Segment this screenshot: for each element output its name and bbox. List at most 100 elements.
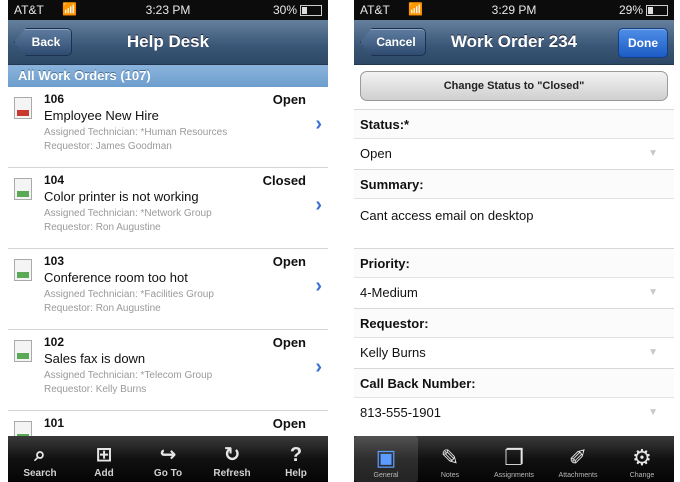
document-icon <box>14 97 32 119</box>
work-order-form: Change Status to "Closed" Status:* Open ▼… <box>354 65 674 436</box>
paperclip-icon: ✐ <box>568 445 588 470</box>
tab-label: Attachments <box>558 472 598 479</box>
requestor-select[interactable]: Kelly Burns ▼ <box>354 337 674 368</box>
tab-bar: ⌕ Search ⊞ Add ↪ Go To ↻ Refresh ? Help <box>8 436 328 482</box>
work-order-summary: Employee New Hire <box>44 108 159 123</box>
work-order-number: 104 <box>44 173 65 187</box>
assigned-technician: Assigned Technician: *Human Resources <box>44 127 228 138</box>
document-icon <box>14 178 32 200</box>
tab-label: Assignments <box>493 472 535 479</box>
document-icon <box>14 259 32 281</box>
chevron-right-icon[interactable]: › <box>315 356 322 379</box>
work-order-status: Open <box>272 254 306 269</box>
add-icon: ⊞ <box>95 444 113 466</box>
tab-label: Refresh <box>213 468 251 479</box>
status-bar: AT&T 📶 3:23 PM 30% <box>8 0 328 20</box>
summary-field[interactable]: Cant access email on desktop <box>354 198 674 248</box>
priority-label: Priority: <box>354 248 674 277</box>
chevron-down-icon: ▼ <box>648 148 658 159</box>
requestor-value: Kelly Burns <box>360 345 426 360</box>
tab-change[interactable]: ⚙ Change <box>610 436 674 482</box>
help-icon: ? <box>289 444 303 466</box>
done-button[interactable]: Done <box>618 28 668 58</box>
tab-label: Go To <box>153 468 183 479</box>
work-order-summary: Sales fax is down <box>44 351 146 366</box>
callback-field[interactable]: 813-555-1901 ▼ <box>354 397 674 428</box>
tab-assignments[interactable]: ❐ Assignments <box>482 436 546 482</box>
tab-label: Notes <box>440 472 460 479</box>
requestor-label: Requestor: <box>354 308 674 337</box>
callback-value: 813-555-1901 <box>360 405 441 420</box>
work-order-summary: Color printer is not working <box>44 189 199 204</box>
requestor: Requestor: Ron Augustine <box>44 222 161 233</box>
assigned-technician: Assigned Technician: *Telecom Group <box>44 370 213 381</box>
tab-add[interactable]: ⊞ Add <box>72 436 136 482</box>
tab-bar: ▣ General ✎ Notes ❐ Assignments ✐ Attach… <box>354 436 674 482</box>
status-select[interactable]: Open ▼ <box>354 138 674 169</box>
tab-go-to[interactable]: ↪ Go To <box>136 436 200 482</box>
assigned-technician: Assigned Technician: *Network Group <box>44 208 212 219</box>
navigation-bar: Cancel Work Order 234 Done <box>354 20 674 65</box>
tab-label: Help <box>285 468 307 479</box>
work-order-number: 103 <box>44 254 65 268</box>
help-desk-screen: AT&T 📶 3:23 PM 30% Back Help Desk All Wo… <box>8 0 328 482</box>
battery-percent: 29% <box>618 3 643 17</box>
callback-label: Call Back Number: <box>354 368 674 397</box>
requestor: Requestor: Ron Augustine <box>44 303 161 314</box>
requestor: Requestor: Kelly Burns <box>44 384 147 395</box>
tab-general[interactable]: ▣ General <box>354 436 418 482</box>
tab-refresh[interactable]: ↻ Refresh <box>200 436 264 482</box>
document-icon <box>14 340 32 362</box>
chevron-down-icon: ▼ <box>648 347 658 358</box>
general-icon: ▣ <box>375 445 397 470</box>
tab-notes[interactable]: ✎ Notes <box>418 436 482 482</box>
chevron-down-icon: ▼ <box>648 287 658 298</box>
work-order-list: 106 Open Employee New Hire Assigned Tech… <box>8 87 328 436</box>
work-order-status: Open <box>272 416 306 431</box>
requestor: Requestor: James Goodman <box>44 141 172 152</box>
priority-value: 4-Medium <box>360 285 418 300</box>
battery-percent: 30% <box>272 3 297 17</box>
work-order-row[interactable]: 103 Open Conference room too hot Assigne… <box>8 249 328 330</box>
assigned-technician: Assigned Technician: *Facilities Group <box>44 289 214 300</box>
page-title: Help Desk <box>126 32 210 51</box>
tab-attachments[interactable]: ✐ Attachments <box>546 436 610 482</box>
change-status-button[interactable]: Change Status to "Closed" <box>360 71 668 101</box>
tab-label: Add <box>94 468 114 479</box>
work-order-number: 106 <box>44 92 65 106</box>
tab-label: Change <box>629 472 655 479</box>
notes-icon: ✎ <box>440 445 460 470</box>
chevron-right-icon[interactable]: › <box>315 113 322 136</box>
work-order-row[interactable]: 106 Open Employee New Hire Assigned Tech… <box>8 87 328 168</box>
work-order-status: Closed <box>262 173 306 188</box>
summary-label: Summary: <box>354 169 674 198</box>
work-order-row[interactable]: 102 Open Sales fax is down Assigned Tech… <box>8 330 328 411</box>
status-bar: AT&T 📶 3:29 PM 29% <box>354 0 674 20</box>
battery-icon <box>646 4 668 16</box>
work-order-row[interactable]: 104 Closed Color printer is not working … <box>8 168 328 249</box>
work-order-number: 101 <box>44 416 65 430</box>
search-icon: ⌕ <box>34 444 46 466</box>
tab-help[interactable]: ? Help <box>264 436 328 482</box>
navigation-bar: Back Help Desk <box>8 20 328 65</box>
priority-select[interactable]: 4-Medium ▼ <box>354 277 674 308</box>
work-order-status: Open <box>272 335 306 350</box>
tab-label: General <box>373 472 399 479</box>
assignments-icon: ❐ <box>504 445 524 470</box>
document-icon <box>14 421 32 436</box>
battery-icon <box>300 4 322 16</box>
work-order-summary: Conference room too hot <box>44 270 188 285</box>
refresh-icon: ↻ <box>223 444 241 466</box>
chevron-right-icon[interactable]: › <box>315 194 322 217</box>
status-label: Status:* <box>354 109 674 138</box>
goto-icon: ↪ <box>159 444 177 466</box>
tab-search[interactable]: ⌕ Search <box>8 436 72 482</box>
work-order-number: 102 <box>44 335 65 349</box>
status-value: Open <box>360 146 392 161</box>
chevron-right-icon[interactable]: › <box>315 275 322 298</box>
summary-value: Cant access email on desktop <box>360 208 534 223</box>
work-order-row[interactable]: 101 Open <box>8 411 328 436</box>
work-order-screen: AT&T 📶 3:29 PM 29% Cancel Work Order 234… <box>354 0 674 482</box>
change-icon: ⚙ <box>632 445 652 470</box>
work-order-status: Open <box>272 92 306 107</box>
